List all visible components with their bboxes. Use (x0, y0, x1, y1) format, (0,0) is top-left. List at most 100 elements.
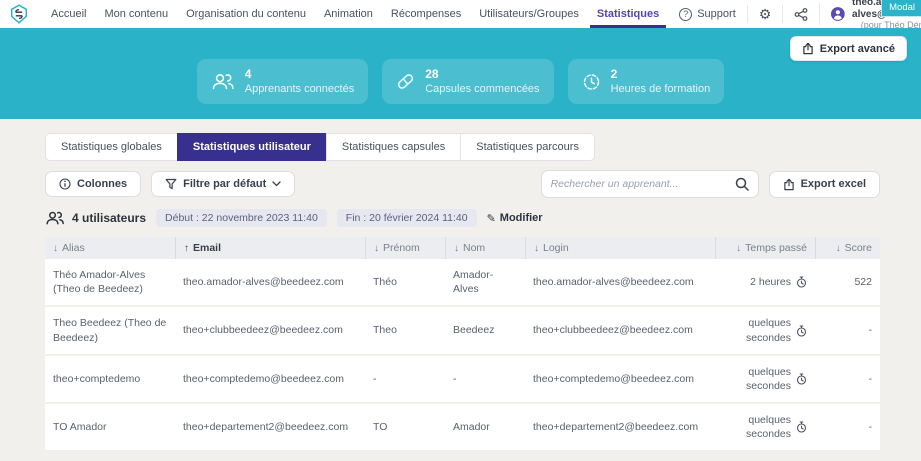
cell-score: 522 (815, 259, 880, 305)
share-button[interactable] (782, 5, 819, 23)
funnel-icon (165, 178, 177, 190)
nav-item-utilisateurs-groupes[interactable]: Utilisateurs/Groupes (470, 0, 588, 28)
avatar (831, 3, 845, 25)
pencil-icon: ✎ (487, 212, 496, 225)
table-row[interactable]: theo+comptedemo theo+comptedemo@beedeez.… (45, 356, 880, 404)
beedeez-logo-icon[interactable] (10, 4, 28, 24)
table-row[interactable]: TO Amador theo+departement2@beedeez.com … (45, 404, 880, 452)
export-excel-button[interactable]: Export excel (769, 171, 880, 198)
clock-icon (582, 72, 601, 91)
edit-dates-button[interactable]: ✎ Modifier (487, 212, 543, 225)
modal-badge: Modal (881, 0, 921, 17)
nav-item-mon-contenu[interactable]: Mon contenu (95, 0, 177, 28)
users-count-label: 4 utilisateurs (72, 211, 146, 225)
stat-label-hours: Heures de formation (611, 83, 711, 96)
search-icon[interactable] (735, 177, 749, 191)
column-header-nom[interactable]: ↓Nom (445, 237, 525, 259)
users-icon (45, 211, 65, 225)
cell-nom: - (445, 356, 525, 402)
stopwatch-icon (796, 276, 807, 288)
column-header-email[interactable]: ↑Email (175, 237, 365, 259)
export-icon (783, 178, 795, 191)
stats-banner: 4 Apprenants connectés 28 Capsules comme… (0, 28, 921, 119)
stopwatch-icon (796, 421, 807, 433)
nav-item-animation[interactable]: Animation (315, 0, 382, 28)
table-row[interactable]: Théo Amador-Alves (Theo de Beedeez) theo… (45, 259, 880, 307)
cell-prenom: - (365, 356, 445, 402)
sort-down-icon: ↓ (53, 243, 58, 254)
tab-statistiques-globales[interactable]: Statistiques globales (45, 133, 178, 161)
cell-email: theo+clubbeedeez@beedeez.com (175, 307, 365, 353)
cell-email: theo+comptedemo@beedeez.com (175, 356, 365, 402)
tab-statistiques-utilisateur[interactable]: Statistiques utilisateur (177, 133, 327, 161)
filter-button[interactable]: Filtre par défaut (151, 171, 295, 197)
cell-score: - (815, 356, 880, 402)
columns-button[interactable]: Colonnes (45, 171, 141, 197)
cell-nom: Beedeez (445, 307, 525, 353)
toolbar-right: Export excel (541, 170, 880, 198)
users-icon (211, 73, 235, 90)
edit-label: Modifier (500, 212, 543, 224)
users-table: ↓Alias ↑Email ↓Prénom ↓Nom ↓Login ↓Temps… (45, 237, 880, 452)
stat-value-hours: 2 (611, 67, 711, 83)
sort-down-icon: ↓ (836, 243, 841, 254)
column-header-temps-passe[interactable]: ↓Temps passé (715, 237, 815, 259)
sort-down-icon: ↓ (736, 243, 741, 254)
support-button[interactable]: ? Support (668, 5, 747, 23)
chevron-down-icon (272, 181, 281, 187)
cell-prenom: Theo (365, 307, 445, 353)
end-date-badge[interactable]: Fin : 20 février 2024 11:40 (337, 209, 477, 227)
statistics-tabs: Statistiques globales Statistiques utili… (45, 133, 595, 161)
users-count: 4 utilisateurs (45, 211, 146, 225)
cell-email: theo.amador-alves@beedeez.com (175, 259, 365, 305)
nav-item-organisation[interactable]: Organisation du contenu (177, 0, 315, 28)
cell-score: - (815, 307, 880, 353)
start-date-badge[interactable]: Début : 22 novembre 2023 11:40 (156, 209, 327, 227)
tab-statistiques-parcours[interactable]: Statistiques parcours (460, 133, 595, 161)
stat-label-learners: Apprenants connectés (245, 83, 354, 96)
gear-icon: ⚙ (759, 7, 772, 21)
table-row[interactable]: Theo Beedeez (Theo de Beedeez) theo+club… (45, 307, 880, 355)
cell-prenom: Théo (365, 259, 445, 305)
table-header: ↓Alias ↑Email ↓Prénom ↓Nom ↓Login ↓Temps… (45, 237, 880, 259)
column-header-alias[interactable]: ↓Alias (45, 237, 175, 259)
filter-label: Filtre par défaut (183, 178, 266, 190)
settings-button[interactable]: ⚙ (747, 5, 783, 23)
column-header-score[interactable]: ↓Score (815, 237, 880, 259)
cell-temps-passe: 2 heures (715, 259, 815, 305)
cell-alias: theo+comptedemo (45, 356, 175, 402)
top-navigation: Accueil Mon contenu Organisation du cont… (0, 0, 921, 28)
cell-login: theo.amador-alves@beedeez.com (525, 259, 715, 305)
cell-login: theo+clubbeedeez@beedeez.com (525, 307, 715, 353)
tab-statistiques-capsules[interactable]: Statistiques capsules (326, 133, 461, 161)
main-content: Statistiques globales Statistiques utili… (0, 119, 921, 452)
export-excel-label: Export excel (801, 178, 866, 190)
nav-item-statistiques[interactable]: Statistiques (588, 0, 668, 28)
support-label: Support (697, 8, 736, 20)
sort-down-icon: ↓ (374, 243, 379, 254)
stat-label-capsules: Capsules commencées (425, 83, 539, 96)
cell-alias: TO Amador (45, 404, 175, 450)
column-header-login[interactable]: ↓Login (525, 237, 715, 259)
cell-nom: Amador-Alves (445, 259, 525, 305)
info-icon (59, 178, 71, 190)
stat-value-capsules: 28 (425, 67, 539, 83)
column-header-prenom[interactable]: ↓Prénom (365, 237, 445, 259)
cell-temps-passe: quelques secondes (715, 356, 815, 402)
nav-item-accueil[interactable]: Accueil (42, 0, 95, 28)
search-box (541, 170, 759, 198)
share-icon (794, 8, 808, 21)
search-input[interactable] (551, 178, 735, 190)
export-advanced-label: Export avancé (820, 43, 895, 55)
table-toolbar: Colonnes Filtre par défaut Export excel (45, 170, 880, 198)
table-body: Théo Amador-Alves (Theo de Beedeez) theo… (45, 259, 880, 452)
nav-items: Accueil Mon contenu Organisation du cont… (42, 0, 668, 28)
stopwatch-icon (796, 325, 807, 337)
cell-login: theo+comptedemo@beedeez.com (525, 356, 715, 402)
cell-temps-passe: quelques secondes (715, 404, 815, 450)
cell-alias: Theo Beedeez (Theo de Beedeez) (45, 307, 175, 353)
export-advanced-button[interactable]: Export avancé (790, 36, 907, 61)
nav-item-recompenses[interactable]: Récompenses (382, 0, 470, 28)
export-icon (802, 42, 814, 55)
sort-down-icon: ↓ (534, 243, 539, 254)
